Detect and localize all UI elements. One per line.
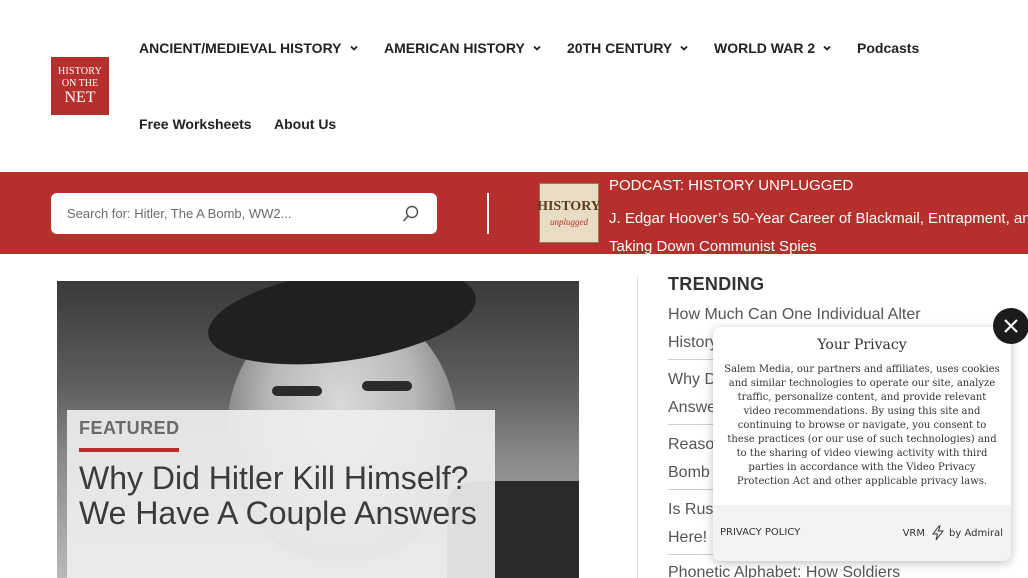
logo-line-2: ON THE — [61, 77, 99, 89]
chevron-down-icon — [680, 45, 688, 51]
nav-item-label: WORLD WAR 2 — [714, 40, 816, 56]
chevron-down-icon — [349, 45, 358, 51]
search-icon[interactable] — [401, 204, 421, 224]
logo-line-3: NET — [64, 88, 96, 106]
sidebar-divider — [637, 276, 638, 578]
trending-heading: TRENDING — [668, 274, 765, 294]
featured-underline — [79, 448, 179, 452]
featured-kicker: FEATURED — [79, 418, 180, 438]
featured-title[interactable]: Why Did Hitler Kill Himself? We Have A C… — [79, 461, 479, 531]
privacy-title: Your Privacy — [817, 337, 907, 353]
podcast-band: HISTORY unplugged PODCAST: HISTORY UNPLU… — [0, 172, 1028, 255]
trending-item[interactable]: Phonetic Alphabet: How Soldiers — [668, 559, 968, 578]
podcast-episode-title[interactable]: J. Edgar Hoover’s 50-Year Career of Blac… — [609, 205, 1028, 261]
site-header: HISTORY ON THE NET ANCIENT/MEDIEVAL HIST… — [0, 0, 1028, 172]
thumb-line-1: HISTORY — [537, 199, 601, 214]
featured-image-detail — [272, 386, 322, 396]
nav-item-20th-century[interactable]: 20TH CENTURY — [567, 40, 689, 56]
close-icon — [1004, 319, 1018, 333]
search-box[interactable] — [51, 193, 437, 234]
privacy-brand[interactable]: VRM by Admiral — [903, 525, 1003, 541]
nav-item-label: About Us — [274, 116, 337, 132]
trending-item-line: How Much Can One Individual Alter — [668, 306, 921, 323]
privacy-policy-link[interactable]: PRIVACY POLICY — [720, 527, 800, 538]
nav-item-american-history[interactable]: AMERICAN HISTORY — [384, 40, 542, 56]
featured-card[interactable]: FEATURED Why Did Hitler Kill Himself? We… — [67, 410, 495, 578]
thumb-line-2: unplugged — [550, 217, 588, 227]
search-input[interactable] — [67, 206, 401, 221]
nav-item-about-us[interactable]: About Us — [274, 116, 336, 132]
lightning-icon — [932, 525, 945, 541]
nav-item-label: ANCIENT/MEDIEVAL HISTORY — [139, 40, 342, 56]
privacy-footer: PRIVACY POLICY VRM by Admiral — [713, 505, 1011, 561]
chevron-down-icon — [533, 45, 541, 51]
nav-item-label: AMERICAN HISTORY — [384, 40, 525, 56]
nav-item-ancient-medieval[interactable]: ANCIENT/MEDIEVAL HISTORY — [139, 40, 359, 56]
podcast-thumbnail[interactable]: HISTORY unplugged — [537, 183, 601, 243]
band-divider — [487, 193, 489, 234]
privacy-dialog: Your Privacy Salem Media, our partners a… — [713, 327, 1011, 561]
featured-article[interactable]: FEATURED Why Did Hitler Kill Himself? We… — [57, 281, 579, 578]
nav-item-world-war-2[interactable]: WORLD WAR 2 — [714, 40, 832, 56]
close-button[interactable] — [993, 308, 1028, 344]
nav-item-label: Free Worksheets — [139, 116, 252, 132]
nav-item-label: Podcasts — [857, 40, 920, 56]
brand-admiral: by Admiral — [949, 527, 1003, 539]
brand-vrm: VRM — [902, 527, 925, 539]
chevron-down-icon — [823, 45, 831, 51]
trending-item-line: Phonetic Alphabet: How Soldiers — [668, 564, 901, 578]
logo-line-1: HISTORY — [57, 65, 102, 77]
privacy-body: Salem Media, our partners and affiliates… — [724, 364, 1000, 487]
nav-item-label: 20TH CENTURY — [567, 40, 673, 56]
nav-item-podcasts[interactable]: Podcasts — [857, 40, 919, 56]
podcast-label[interactable]: PODCAST: HISTORY UNPLUGGED — [609, 177, 853, 194]
nav-item-free-worksheets[interactable]: Free Worksheets — [139, 116, 252, 132]
site-logo[interactable]: HISTORY ON THE NET — [51, 57, 109, 115]
featured-image-detail — [362, 381, 412, 391]
